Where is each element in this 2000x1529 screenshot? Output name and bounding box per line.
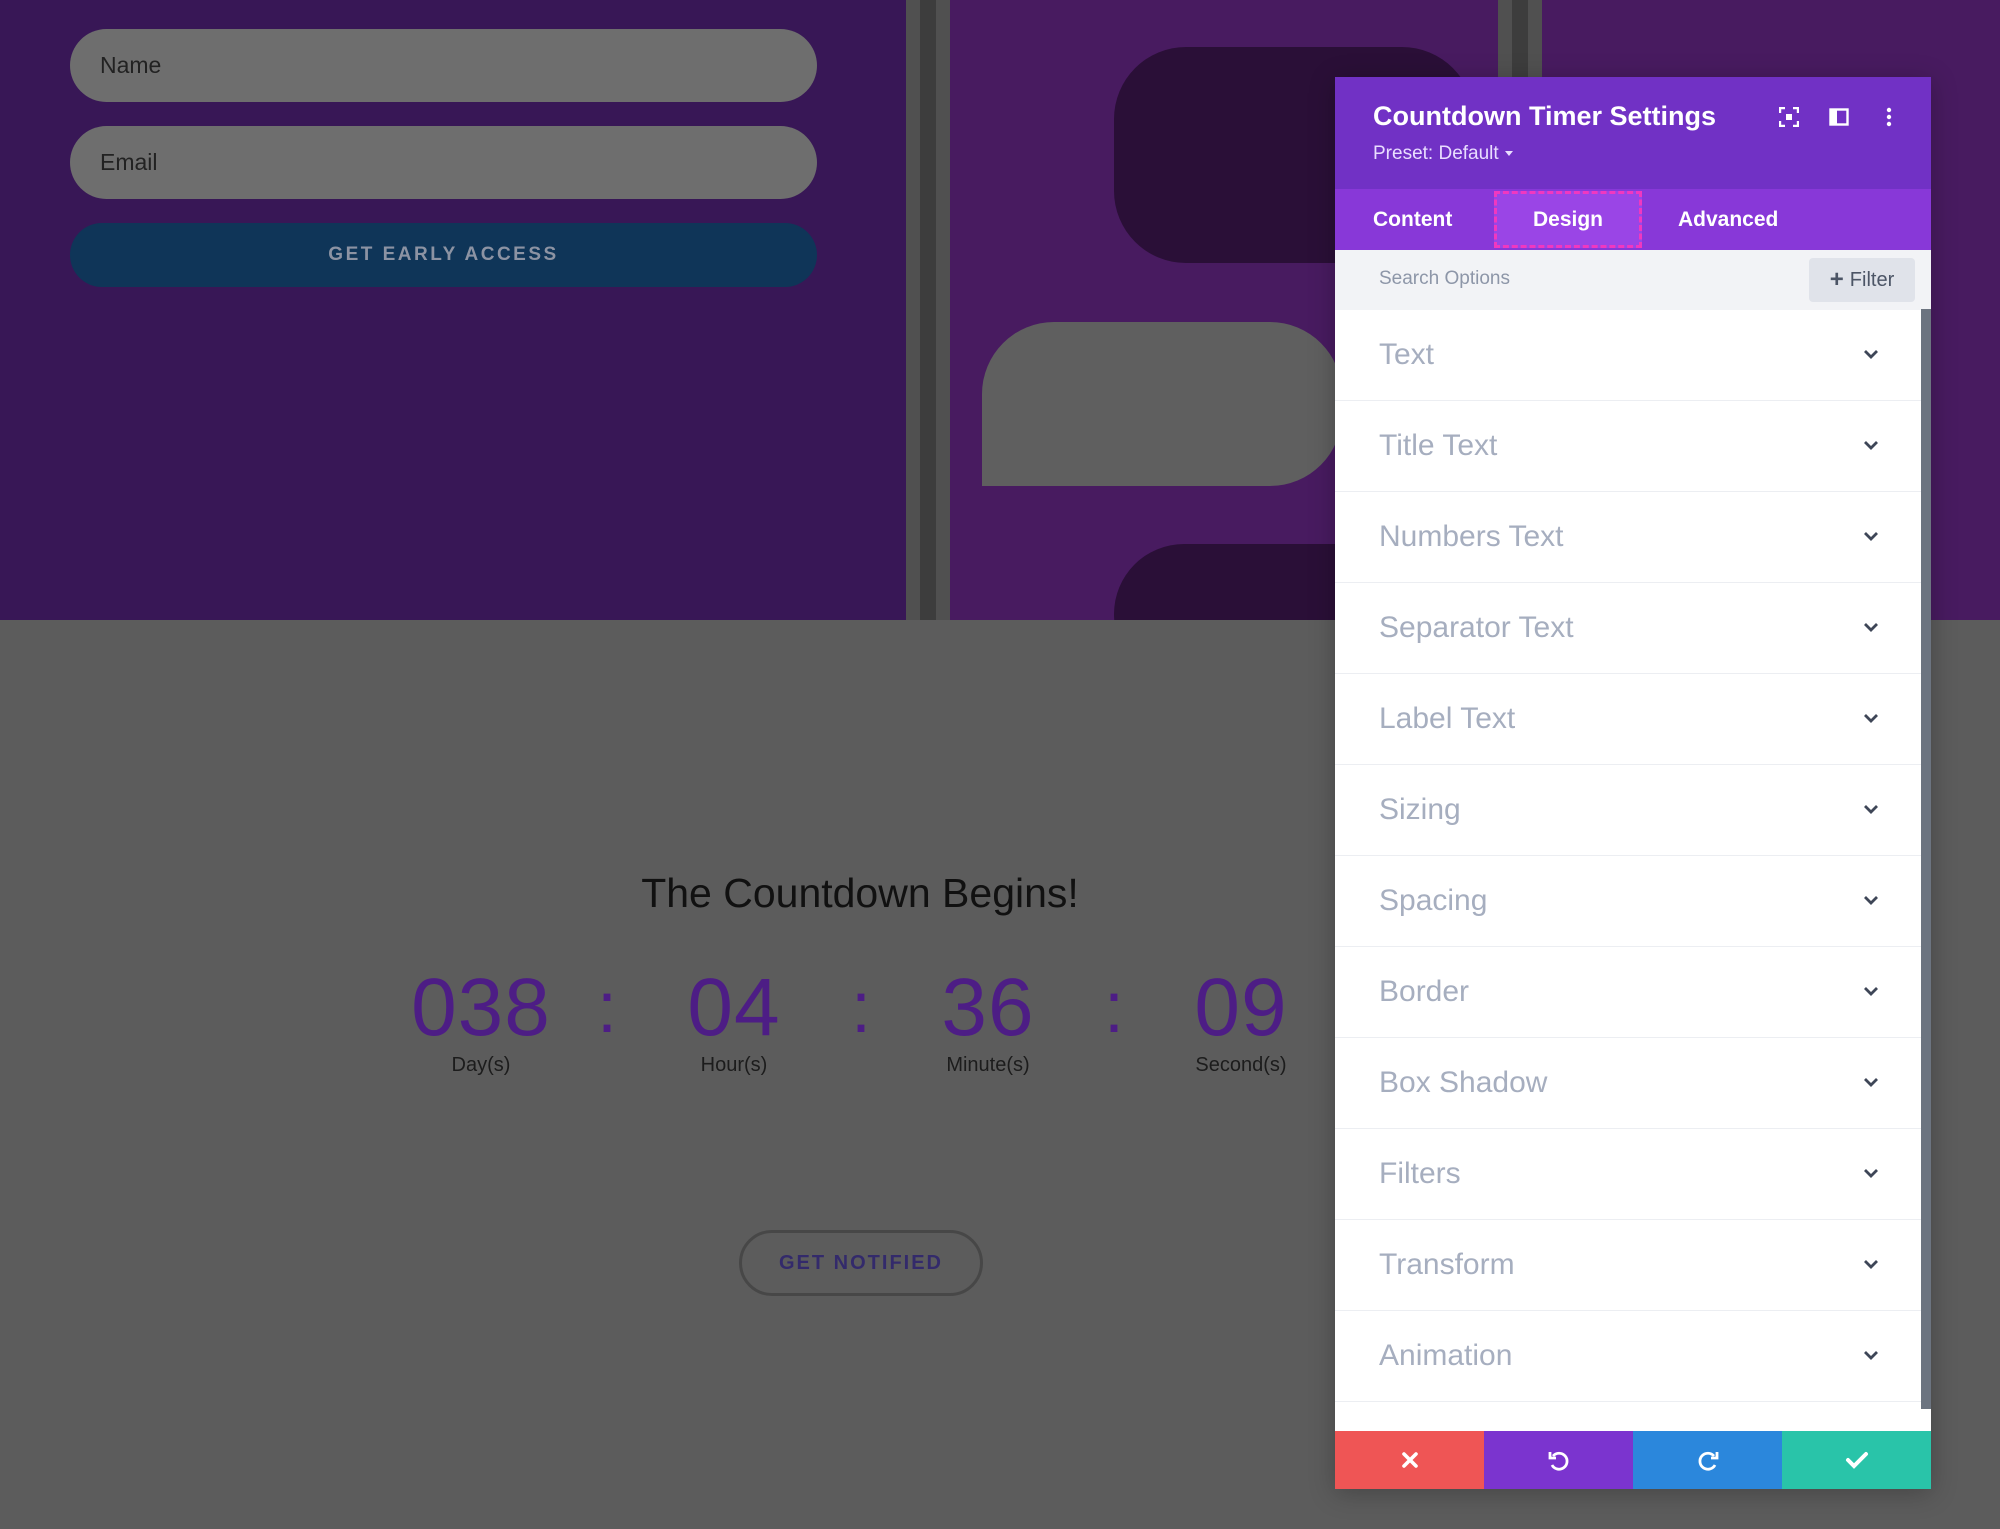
countdown-title: The Countdown Begins! [641,870,1079,916]
more-vertical-icon[interactable] [1877,105,1901,129]
email-input[interactable]: Email [70,126,817,199]
option-section[interactable]: Border [1335,947,1931,1038]
countdown-separator: : [596,968,617,1048]
option-section-label: Spacing [1379,884,1488,917]
option-section[interactable]: Sizing [1335,765,1931,856]
split-view-icon[interactable] [1827,105,1851,129]
option-section-label: Border [1379,975,1470,1008]
option-section-label: Animation [1379,1339,1513,1372]
option-section[interactable]: Separator Text [1335,583,1931,674]
chevron-down-icon [1864,1351,1878,1360]
undo-icon [1548,1451,1568,1471]
close-icon [1401,1452,1418,1468]
countdown-days: 038 Day(s) [381,960,581,1077]
chevron-down-icon [1864,532,1878,541]
option-section[interactable]: Text [1335,310,1931,401]
scrollbar[interactable] [1921,309,1931,1409]
countdown-minutes: 36 Minute(s) [888,960,1088,1077]
preset-dropdown[interactable]: Preset: Default [1373,143,1513,165]
option-section-label: Numbers Text [1379,520,1564,553]
option-section-label: Filters [1379,1157,1461,1190]
option-section-label: Label Text [1379,702,1516,735]
countdown-separator: : [1103,968,1124,1048]
countdown-seconds: 09 Second(s) [1141,960,1341,1077]
countdown-label: Day(s) [451,1054,511,1076]
get-notified-button[interactable]: GET NOTIFIED [739,1230,983,1296]
save-button[interactable] [1782,1431,1931,1489]
chevron-down-icon [1864,896,1878,905]
phone-edge-left [906,0,950,620]
chat-bubble [982,322,1342,486]
countdown-label: Minute(s) [946,1054,1030,1076]
chevron-down-icon [1864,987,1878,996]
chevron-down-icon [1864,714,1878,723]
option-section[interactable]: Numbers Text [1335,492,1931,583]
chevron-down-icon [1864,441,1878,450]
tab-content[interactable]: Content [1373,189,1452,250]
check-icon [1845,1452,1868,1469]
option-section-label: Transform [1379,1248,1515,1281]
caret-down-icon [1504,151,1513,157]
countdown-number: 36 [941,962,1035,1053]
option-section[interactable]: Title Text [1335,401,1931,492]
option-section[interactable]: Animation [1335,1311,1931,1402]
plus-icon: + [1829,266,1844,293]
filter-button[interactable]: + Filter [1809,258,1915,302]
option-section[interactable]: Box Shadow [1335,1038,1931,1129]
search-options-input[interactable]: Search Options [1379,268,1510,290]
discard-button[interactable] [1335,1431,1484,1489]
modal-footer [1335,1431,1931,1489]
fullscreen-icon[interactable] [1777,105,1801,129]
option-section-label: Title Text [1379,429,1498,462]
chevron-down-icon [1864,350,1878,359]
option-section-label: Text [1379,338,1435,371]
chevron-down-icon [1864,623,1878,632]
chevron-down-icon [1864,1169,1878,1178]
option-section-label: Separator Text [1379,611,1574,644]
countdown-number: 038 [411,962,551,1053]
chevron-down-icon [1864,805,1878,814]
filter-label: Filter [1849,268,1895,291]
tab-advanced[interactable]: Advanced [1678,189,1778,250]
redo-icon [1698,1451,1718,1471]
option-section[interactable]: Filters [1335,1129,1931,1220]
redo-button[interactable] [1633,1431,1782,1489]
settings-modal: Countdown Timer Settings Preset: Default… [1335,77,1931,1489]
countdown-label: Hour(s) [700,1054,768,1076]
countdown-number: 04 [687,962,781,1053]
option-section-label: Sizing [1379,793,1461,826]
tab-design[interactable]: Design [1494,191,1642,248]
countdown-hours: 04 Hour(s) [634,960,834,1077]
options-list: Text Title Text Numbers Text Separator Text… [1335,310,1931,1402]
modal-title: Countdown Timer Settings [1373,101,1716,131]
get-early-access-button[interactable]: GET EARLY ACCESS [70,223,817,287]
name-input[interactable]: Name [70,29,817,102]
option-section-label: Box Shadow [1379,1066,1548,1099]
countdown-separator: : [850,968,871,1048]
undo-button[interactable] [1484,1431,1633,1489]
option-section[interactable]: Label Text [1335,674,1931,765]
chevron-down-icon [1864,1260,1878,1269]
countdown-label: Second(s) [1195,1054,1287,1076]
modal-header: Countdown Timer Settings Preset: Default [1335,77,1931,189]
chevron-down-icon [1864,1078,1878,1087]
preset-label: Preset: Default [1373,143,1499,164]
option-section[interactable]: Transform [1335,1220,1931,1311]
search-bar: Search Options + Filter [1335,250,1931,310]
modal-tabs: Content Design Advanced [1335,189,1931,250]
option-section[interactable]: Spacing [1335,856,1931,947]
countdown-number: 09 [1194,962,1288,1053]
